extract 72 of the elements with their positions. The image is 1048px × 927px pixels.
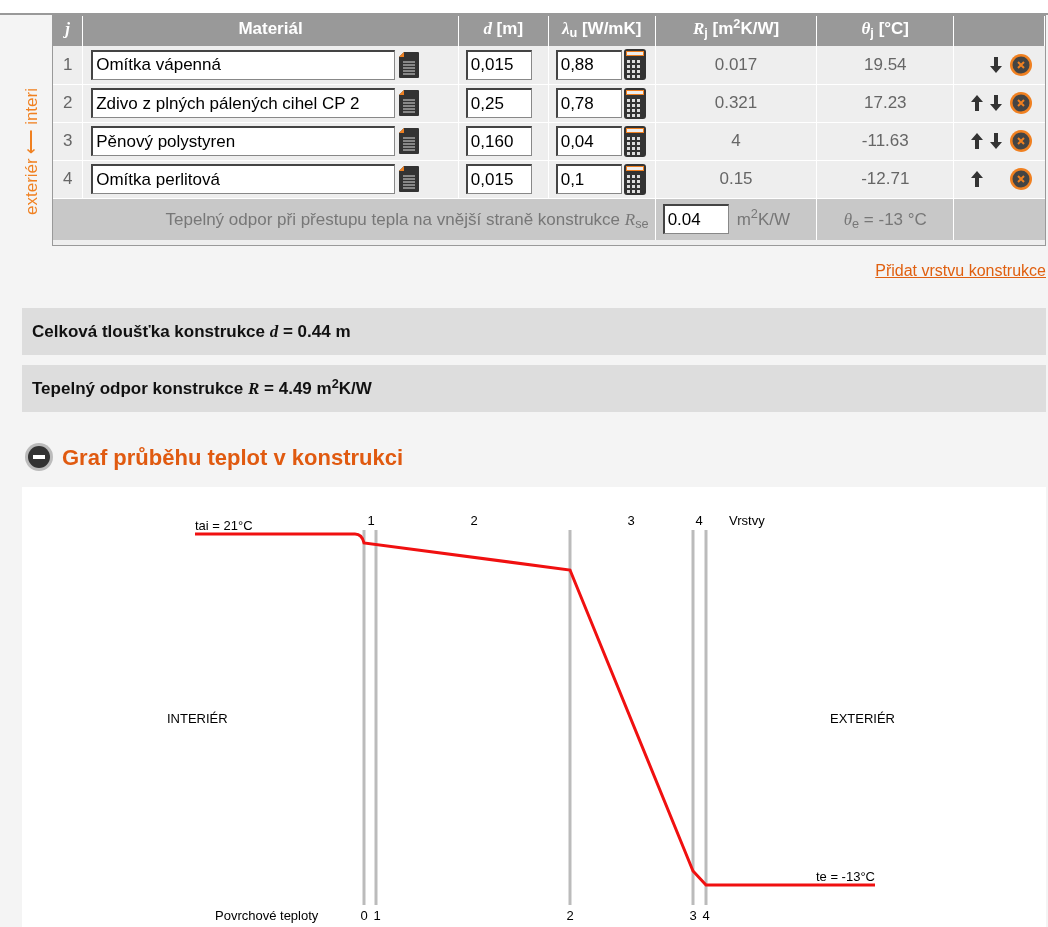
side-label: exteriér ⟵ interi — [22, 88, 42, 215]
down-arrow-icon[interactable] — [989, 56, 1002, 73]
up-arrow-icon[interactable] — [970, 133, 983, 149]
surface-number: 4 — [702, 908, 710, 923]
thickness-field[interactable]: 0,015 — [465, 164, 532, 194]
surface-number: 2 — [566, 908, 574, 923]
thickness-field[interactable]: 0,25 — [465, 88, 532, 118]
row-number: 1 — [62, 55, 73, 74]
collapse-icon[interactable] — [24, 442, 54, 472]
thickness-field[interactable]: 0,160 — [465, 126, 532, 156]
material-field[interactable]: Zdivo z plných pálených cihel CP 2 — [91, 88, 396, 118]
calculator-icon[interactable] — [623, 49, 646, 81]
calculator-icon[interactable] — [623, 163, 646, 195]
unit-label: m$^{2}$K/W — [736, 206, 790, 231]
resistance-value: 0.15 — [719, 169, 753, 189]
footer-label: Tepelný odpor při přestupu tepla na vnější straně konstrukce R$_{se}$ — [165, 209, 649, 229]
column-header: d [m] — [483, 18, 524, 40]
delete-icon[interactable] — [1008, 129, 1033, 153]
delete-icon[interactable] — [1008, 91, 1033, 115]
layer-number: 4 — [695, 513, 703, 528]
column-header: λ$_{u}$ [W/mK] — [561, 18, 642, 42]
document-icon[interactable] — [399, 90, 420, 116]
column-header: θ$_{j}$ [°C] — [861, 18, 910, 42]
calculator-icon[interactable] — [623, 87, 646, 119]
exterior-temperature-label: te = -13°C — [815, 869, 875, 884]
exterior-label: EXTERIÉR — [830, 711, 895, 726]
summary-bar: Tepelný odpor konstrukce R = 4.49 m$^{2}$K/W — [22, 365, 1046, 412]
delete-icon[interactable] — [1008, 52, 1033, 77]
document-icon[interactable] — [399, 166, 420, 192]
resistance-value: 0.321 — [714, 93, 758, 113]
resistance-value: 4 — [731, 131, 741, 151]
column-header: R$_{j}$ [m$^{2}$K/W] — [692, 16, 780, 42]
temperature-value: -12.71 — [861, 169, 910, 189]
up-arrow-icon[interactable] — [970, 95, 983, 111]
surface-number: 1 — [373, 908, 381, 923]
exterior-temperature: θ$_{e}$ = -13 °C — [843, 209, 927, 229]
resistance-field[interactable]: 0.04 — [662, 204, 729, 235]
material-field[interactable]: Pěnový polystyren — [91, 126, 396, 156]
surface-number: 3 — [689, 908, 697, 923]
column-header: Materiál — [238, 18, 303, 40]
layer-number: 1 — [367, 513, 375, 528]
layer-number: 3 — [627, 513, 635, 528]
up-arrow-icon[interactable] — [970, 171, 983, 187]
layers-label: Vrstvy — [729, 513, 765, 528]
material-field[interactable]: Omítka perlitová — [91, 164, 396, 194]
delete-icon[interactable] — [1008, 167, 1033, 191]
summary-bar: Celková tloušťka konstrukce d = 0.44 m — [22, 308, 1046, 355]
temperature-value: 19.54 — [864, 55, 907, 74]
conductivity-field[interactable]: 0,1 — [555, 164, 622, 194]
temperature-value: -11.63 — [861, 131, 909, 151]
row-number: 2 — [62, 93, 73, 113]
document-icon[interactable] — [399, 128, 420, 154]
conductivity-field[interactable]: 0,04 — [555, 126, 622, 156]
section-title: Graf průběhu teplot v konstrukci — [62, 443, 404, 472]
temperature-value: 17.23 — [864, 93, 907, 113]
column-header: j — [65, 18, 70, 40]
interior-temperature-label: tai = 21°C — [195, 518, 253, 533]
resistance-value: 0.017 — [714, 55, 758, 74]
down-arrow-icon[interactable] — [989, 95, 1002, 111]
material-field[interactable]: Omítka vápenná — [91, 49, 396, 80]
surfaces-label: Povrchové teploty — [215, 908, 319, 923]
thickness-field[interactable]: 0,015 — [465, 49, 532, 80]
row-number: 4 — [62, 169, 73, 189]
down-arrow-icon[interactable] — [989, 133, 1002, 149]
conductivity-field[interactable]: 0,78 — [555, 88, 622, 118]
layer-number: 2 — [470, 513, 478, 528]
conductivity-field[interactable]: 0,88 — [555, 49, 622, 80]
document-icon[interactable] — [399, 51, 420, 78]
calculator-icon[interactable] — [623, 125, 646, 157]
interior-label: INTERIÉR — [167, 711, 228, 726]
surface-number: 0 — [360, 908, 368, 923]
row-number: 3 — [62, 131, 73, 151]
